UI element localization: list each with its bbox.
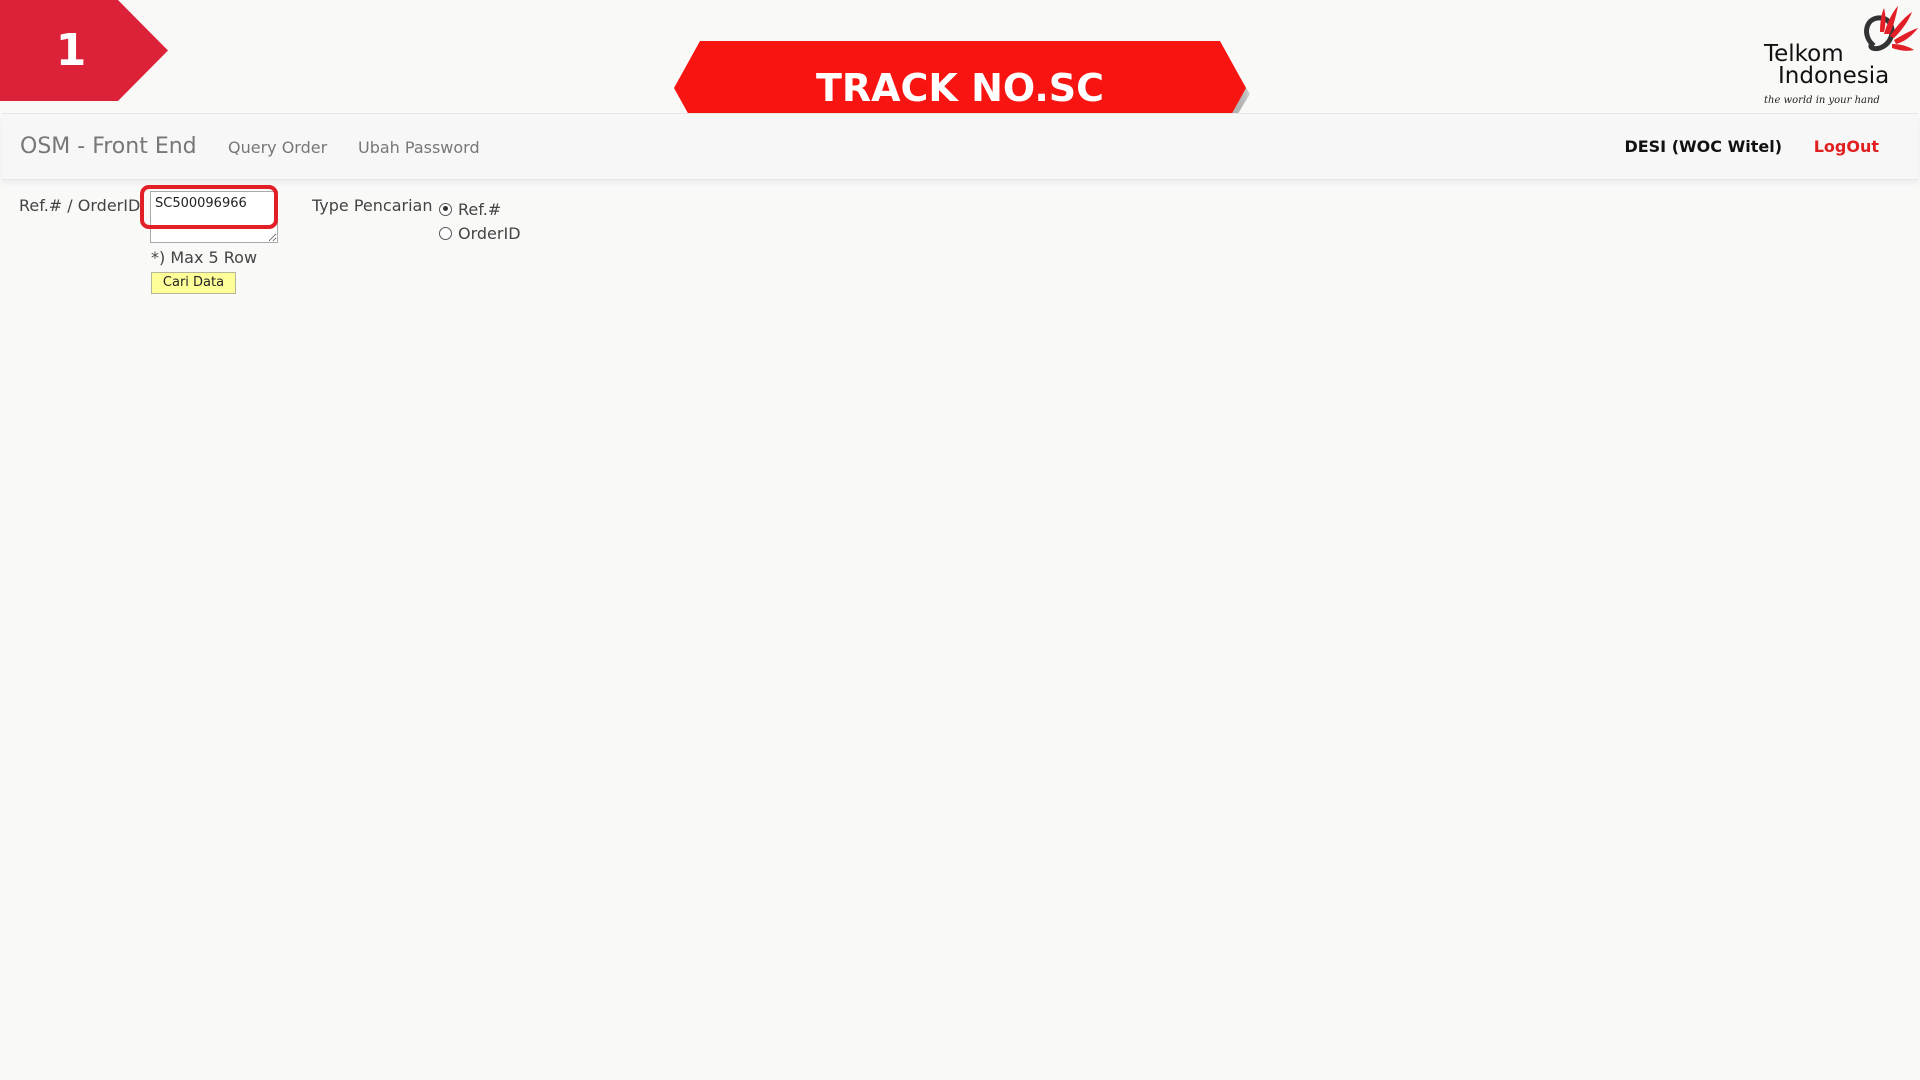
step-badge: 1 [0,0,168,101]
cari-data-button[interactable]: Cari Data [151,272,236,294]
logo-tagline: the world in your hand [1764,95,1880,106]
radio-ref-label[interactable]: Ref.# [458,200,501,219]
ref-orderid-label: Ref.# / OrderID [19,196,141,215]
radio-option-orderid[interactable]: OrderID [439,223,521,243]
logo-brand-line2: Indonesia [1778,63,1890,89]
nav-link-query-order[interactable]: Query Order [228,138,327,157]
radio-option-ref[interactable]: Ref.# [439,199,501,219]
radio-orderid-button[interactable] [439,226,452,240]
radio-ref-button[interactable] [439,202,452,216]
current-user: DESI (WOC Witel) [1624,137,1782,156]
max-row-hint: *) Max 5 Row [151,248,258,267]
step-number: 1 [55,25,87,76]
app-brand[interactable]: OSM - Front End [20,134,197,159]
top-navbar: OSM - Front End Query Order Ubah Passwor… [2,113,1918,180]
ref-orderid-input[interactable]: SC500096966 [150,191,278,243]
logout-link[interactable]: LogOut [1814,137,1879,156]
radio-orderid-label[interactable]: OrderID [458,224,521,243]
telkom-logo: Telkom Indonesia the world in your hand [1762,4,1920,112]
nav-link-ubah-password[interactable]: Ubah Password [358,138,480,157]
telkom-hand-icon [1864,6,1918,52]
type-pencarian-label: Type Pencarian [312,196,433,215]
